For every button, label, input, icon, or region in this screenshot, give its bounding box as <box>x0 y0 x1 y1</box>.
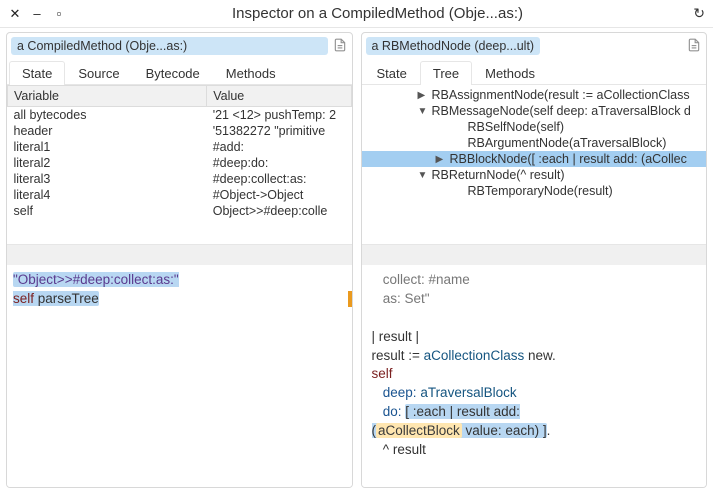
right-object-label[interactable]: a RBMethodNode (deep...ult) <box>366 37 541 55</box>
table-row[interactable]: header'51382272 "primitive <box>8 123 352 139</box>
tab-state-r[interactable]: State <box>364 61 420 84</box>
chevron-down-icon[interactable]: ▼ <box>418 170 430 181</box>
tree-node-temp[interactable]: RBTemporaryNode(result) <box>362 183 707 199</box>
document-icon[interactable] <box>686 38 702 55</box>
maximize-icon[interactable]: ▫ <box>52 6 66 22</box>
minimize-icon[interactable]: – <box>30 6 44 22</box>
tree-node-argnode[interactable]: RBArgumentNode(aTraversalBlock) <box>362 135 707 151</box>
ast-tree[interactable]: ▶ RBAssignmentNode(result := aCollection… <box>362 85 707 245</box>
variables-table[interactable]: Variable Value all bytecodes'21 <12> pus… <box>7 85 352 245</box>
table-row[interactable]: literal3#deep:collect:as: <box>8 171 352 187</box>
splitter[interactable] <box>362 245 707 265</box>
right-code-area[interactable]: collect: #name as: Set" | result | resul… <box>362 265 707 487</box>
left-pane: a CompiledMethod (Obje...as:) State Sour… <box>6 32 353 488</box>
splitter[interactable] <box>7 245 352 265</box>
table-row[interactable]: literal2#deep:do: <box>8 155 352 171</box>
col-value[interactable]: Value <box>207 86 351 107</box>
change-marker <box>348 291 352 307</box>
table-header-row: Variable Value <box>8 86 352 107</box>
left-tabs: State Source Bytecode Methods <box>7 59 352 85</box>
title-bar: ✕ – ▫ Inspector on a CompiledMethod (Obj… <box>0 0 713 28</box>
left-code-area[interactable]: "Object>>#deep:collect:as:" self parseTr… <box>7 265 352 487</box>
code-do-kw: do: <box>383 404 406 419</box>
left-pane-header: a CompiledMethod (Obje...as:) <box>7 33 352 59</box>
tree-node-message[interactable]: ▼ RBMessageNode(self deep: aTraversalBlo… <box>362 103 707 119</box>
tab-tree-r[interactable]: Tree <box>420 61 472 84</box>
chevron-down-icon[interactable]: ▼ <box>418 106 430 117</box>
code-return: ^ result <box>383 442 426 457</box>
code-deep-kw: deep: <box>383 385 421 400</box>
main-split: a CompiledMethod (Obje...as:) State Sour… <box>0 28 713 494</box>
tab-methods-r[interactable]: Methods <box>472 61 548 84</box>
table-row[interactable]: all bytecodes'21 <12> pushTemp: 2 <box>8 107 352 124</box>
tab-methods[interactable]: Methods <box>213 61 289 84</box>
refresh-icon[interactable]: ↻ <box>689 5 705 22</box>
tab-source[interactable]: Source <box>65 61 132 84</box>
right-pane: a RBMethodNode (deep...ult) State Tree M… <box>361 32 708 488</box>
col-variable[interactable]: Variable <box>8 86 207 107</box>
code-literal: "Object>>#deep:collect:as:" <box>13 272 179 287</box>
table-row[interactable]: literal4#Object->Object <box>8 187 352 203</box>
code-self: self <box>13 291 34 306</box>
table-row[interactable]: literal1#add: <box>8 139 352 155</box>
tab-bytecode[interactable]: Bytecode <box>133 61 213 84</box>
left-object-label[interactable]: a CompiledMethod (Obje...as:) <box>11 37 328 55</box>
right-pane-header: a RBMethodNode (deep...ult) <box>362 33 707 59</box>
tree-node-selfnode[interactable]: RBSelfNode(self) <box>362 119 707 135</box>
tab-state[interactable]: State <box>9 61 65 84</box>
chevron-right-icon[interactable]: ▶ <box>418 90 430 101</box>
table-row[interactable]: selfObject>>#deep:colle <box>8 203 352 219</box>
code-msg: parseTree <box>38 291 99 306</box>
code-self: self <box>372 366 393 381</box>
tree-node-assignment[interactable]: ▶ RBAssignmentNode(result := aCollection… <box>362 87 707 103</box>
code-temp-decl: | result | <box>372 329 420 344</box>
window-title: Inspector on a CompiledMethod (Obje...as… <box>66 5 689 22</box>
right-tabs: State Tree Methods <box>362 59 707 85</box>
document-icon[interactable] <box>332 38 348 55</box>
code-arg: aTraversalBlock <box>420 385 516 400</box>
chevron-right-icon[interactable]: ▶ <box>436 154 448 165</box>
tree-node-blocknode[interactable]: ▶ RBBlockNode([ :each | result add: (aCo… <box>362 151 707 167</box>
code-assign: result := aCollectionClass new. <box>372 348 556 363</box>
tree-node-return[interactable]: ▼ RBReturnNode(^ result) <box>362 167 707 183</box>
code-comment: collect: #name as: Set" <box>372 272 470 306</box>
close-icon[interactable]: ✕ <box>8 6 22 22</box>
